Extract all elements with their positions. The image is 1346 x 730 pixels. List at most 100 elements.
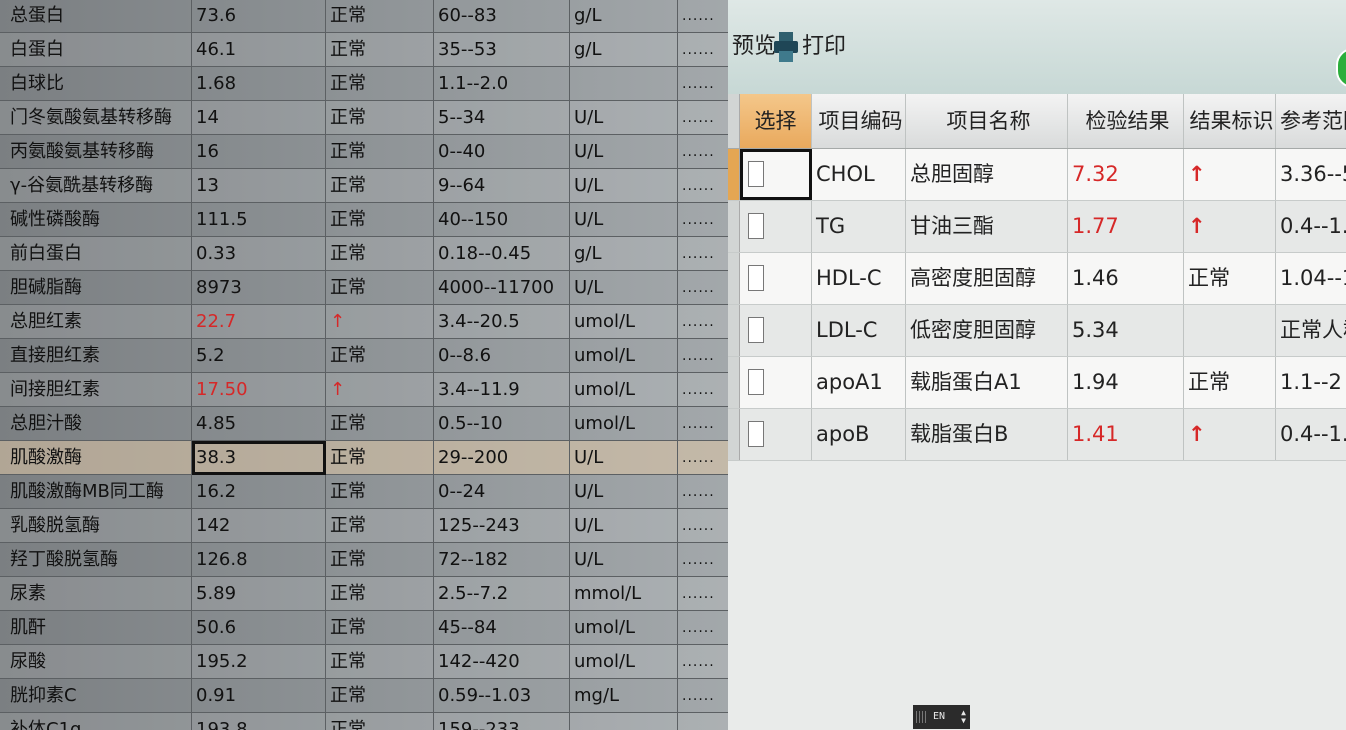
more-cell[interactable]: ......: [678, 135, 728, 169]
unit-cell[interactable]: g/L: [570, 33, 678, 67]
table-row[interactable]: 总蛋白 73.6 正常 60--83 g/L......: [0, 0, 728, 33]
item-name-cell[interactable]: γ-谷氨酰基转移酶: [0, 169, 192, 203]
unit-cell[interactable]: [570, 67, 678, 101]
row-header[interactable]: [728, 201, 740, 252]
result-value-cell[interactable]: 0.91: [192, 679, 326, 713]
result-value-cell[interactable]: 50.6: [192, 611, 326, 645]
result-value-cell[interactable]: 14: [192, 101, 326, 135]
unit-cell[interactable]: U/L: [570, 271, 678, 305]
table-row[interactable]: 总胆红素 22.7 ↑ 3.4--20.5 umol/L......: [0, 305, 728, 339]
more-cell[interactable]: ......: [678, 373, 728, 407]
more-cell[interactable]: ......: [678, 577, 728, 611]
item-name-cell[interactable]: 载脂蛋白A1: [906, 357, 1068, 408]
table-row[interactable]: 胆碱脂酶 8973 正常 4000--11700 U/L......: [0, 271, 728, 305]
result-value-cell[interactable]: 73.6: [192, 0, 326, 33]
result-cell[interactable]: 1.46: [1068, 253, 1184, 304]
flag-cell[interactable]: 正常: [326, 713, 434, 730]
item-name-cell[interactable]: 丙氨酸氨基转移酶: [0, 135, 192, 169]
flag-cell[interactable]: 正常: [326, 509, 434, 543]
item-name-cell[interactable]: 低密度胆固醇: [906, 305, 1068, 356]
result-value-cell[interactable]: 142: [192, 509, 326, 543]
item-name-cell[interactable]: 肌酸激酶: [0, 441, 192, 475]
unit-cell[interactable]: U/L: [570, 543, 678, 577]
select-cell[interactable]: [740, 357, 812, 408]
item-name-cell[interactable]: 直接胆红素: [0, 339, 192, 373]
reference-range-cell[interactable]: 0--24: [434, 475, 570, 509]
unit-cell[interactable]: umol/L: [570, 611, 678, 645]
header-select[interactable]: 选择: [740, 94, 812, 148]
result-value-cell[interactable]: 16.2: [192, 475, 326, 509]
unit-cell[interactable]: [570, 713, 678, 730]
flag-cell[interactable]: 正常: [326, 407, 434, 441]
unit-cell[interactable]: umol/L: [570, 339, 678, 373]
reference-range-cell[interactable]: 2.5--7.2: [434, 577, 570, 611]
item-name-cell[interactable]: 补体C1q: [0, 713, 192, 730]
table-row[interactable]: 前白蛋白 0.33 正常 0.18--0.45 g/L......: [0, 237, 728, 271]
table-row[interactable]: 总胆汁酸 4.85 正常 0.5--10 umol/L......: [0, 407, 728, 441]
reference-range-cell[interactable]: 0.18--0.45: [434, 237, 570, 271]
flag-cell[interactable]: 正常: [326, 135, 434, 169]
flag-cell[interactable]: 正常: [326, 169, 434, 203]
reference-range-cell[interactable]: 142--420: [434, 645, 570, 679]
result-value-cell[interactable]: 5.89: [192, 577, 326, 611]
table-row[interactable]: 碱性磷酸酶 111.5 正常 40--150 U/L......: [0, 203, 728, 237]
print-button[interactable]: 打印: [802, 30, 846, 64]
unit-cell[interactable]: U/L: [570, 441, 678, 475]
flag-cell[interactable]: 正常: [326, 203, 434, 237]
result-cell[interactable]: 1.94: [1068, 357, 1184, 408]
result-value-cell[interactable]: 111.5: [192, 203, 326, 237]
item-name-cell[interactable]: 间接胆红素: [0, 373, 192, 407]
more-cell[interactable]: ......: [678, 237, 728, 271]
flag-cell[interactable]: 正常: [1184, 357, 1276, 408]
spinner-arrows-icon[interactable]: ▲ ▼: [961, 709, 966, 725]
item-name-cell[interactable]: 羟丁酸脱氢酶: [0, 543, 192, 577]
reference-range-cell[interactable]: 0.5--10: [434, 407, 570, 441]
result-value-cell[interactable]: 4.85: [192, 407, 326, 441]
select-checkbox[interactable]: [748, 213, 764, 239]
unit-cell[interactable]: U/L: [570, 169, 678, 203]
result-cell[interactable]: 7.32: [1068, 149, 1184, 200]
more-cell[interactable]: ......: [678, 713, 728, 730]
flag-cell[interactable]: ↑: [1184, 409, 1276, 460]
flag-cell[interactable]: [1184, 305, 1276, 356]
more-cell[interactable]: ......: [678, 101, 728, 135]
unit-cell[interactable]: g/L: [570, 237, 678, 271]
more-cell[interactable]: ......: [678, 645, 728, 679]
item-code-cell[interactable]: CHOL: [812, 149, 906, 200]
header-flag[interactable]: 结果标识: [1184, 94, 1276, 148]
flag-cell[interactable]: 正常: [326, 577, 434, 611]
grid-row[interactable]: CHOL总胆固醇7.32↑3.36--5.69: [728, 149, 1346, 201]
result-value-cell[interactable]: 1.68: [192, 67, 326, 101]
item-name-cell[interactable]: 白蛋白: [0, 33, 192, 67]
row-header[interactable]: [728, 409, 740, 460]
table-row[interactable]: 丙氨酸氨基转移酶 16 正常 0--40 U/L......: [0, 135, 728, 169]
flag-cell[interactable]: 正常: [326, 237, 434, 271]
unit-cell[interactable]: mmol/L: [570, 577, 678, 611]
unit-cell[interactable]: U/L: [570, 135, 678, 169]
item-name-cell[interactable]: 胱抑素C: [0, 679, 192, 713]
reference-range-cell[interactable]: 125--243: [434, 509, 570, 543]
table-row[interactable]: γ-谷氨酰基转移酶 13 正常 9--64 U/L......: [0, 169, 728, 203]
result-cell[interactable]: 1.77: [1068, 201, 1184, 252]
table-row[interactable]: 门冬氨酸氨基转移酶 14 正常 5--34 U/L......: [0, 101, 728, 135]
header-code[interactable]: 项目编码: [812, 94, 906, 148]
reference-range-cell[interactable]: 72--182: [434, 543, 570, 577]
result-value-cell[interactable]: 126.8: [192, 543, 326, 577]
table-row[interactable]: 肌酐 50.6 正常 45--84 umol/L......: [0, 611, 728, 645]
ime-indicator[interactable]: EN ▲ ▼: [913, 705, 970, 729]
item-name-cell[interactable]: 碱性磷酸酶: [0, 203, 192, 237]
reference-range-cell[interactable]: 35--53: [434, 33, 570, 67]
item-code-cell[interactable]: apoA1: [812, 357, 906, 408]
grid-row[interactable]: TG甘油三酯1.77↑0.4--1.69: [728, 201, 1346, 253]
flag-cell[interactable]: 正常: [326, 543, 434, 577]
item-code-cell[interactable]: LDL-C: [812, 305, 906, 356]
table-row[interactable]: 乳酸脱氢酶 142 正常 125--243 U/L......: [0, 509, 728, 543]
flag-cell[interactable]: 正常: [326, 611, 434, 645]
item-name-cell[interactable]: 总胆固醇: [906, 149, 1068, 200]
reference-range-cell[interactable]: 3.36--5.69: [1276, 149, 1346, 200]
reference-range-cell[interactable]: 0.59--1.03: [434, 679, 570, 713]
select-cell[interactable]: [740, 305, 812, 356]
item-name-cell[interactable]: 前白蛋白: [0, 237, 192, 271]
item-name-cell[interactable]: 总胆汁酸: [0, 407, 192, 441]
table-row[interactable]: 肌酸激酶 38.3 正常 29--200 U/L......: [0, 441, 728, 475]
